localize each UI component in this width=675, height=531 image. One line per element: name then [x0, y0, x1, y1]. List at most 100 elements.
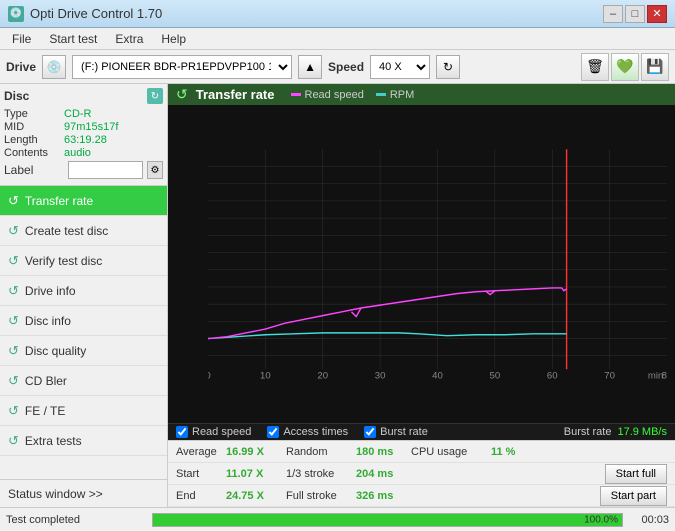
disc-refresh-button[interactable]: ↻	[147, 88, 163, 104]
disc-contents-val: audio	[64, 147, 91, 159]
progress-bar-fill	[153, 514, 622, 526]
nav-transfer-rate-icon: ↺	[8, 193, 19, 209]
nav-drive-info-label: Drive info	[25, 284, 76, 298]
stat-fullstroke-val: 326 ms	[356, 490, 411, 502]
nav-verify-test-disc-label: Verify test disc	[25, 254, 102, 268]
chart-svg: 52 X 48 X 44 X 40 X 36 X 32 X 28 X 24 X …	[208, 109, 667, 419]
nav-drive-info[interactable]: ↺ Drive info	[0, 276, 167, 306]
nav-fe-te[interactable]: ↺ FE / TE	[0, 396, 167, 426]
erase-button[interactable]: 🗑	[581, 53, 609, 81]
nav-disc-info[interactable]: ↺ Disc info	[0, 306, 167, 336]
content-area: ↺ Transfer rate Read speed RPM	[168, 84, 675, 507]
stat-fullstroke-key: Full stroke	[286, 490, 356, 502]
nav-extra-tests-label: Extra tests	[25, 434, 82, 448]
disc-type-val: CD-R	[64, 108, 92, 120]
status-bar: Test completed 100.0% 00:03	[0, 507, 675, 531]
start-part-button[interactable]: Start part	[600, 486, 667, 506]
drive-bar: Drive 💿 (F:) PIONEER BDR-PR1EPDVPP100 1.…	[0, 50, 675, 84]
checkbox-read-speed[interactable]: Read speed	[176, 426, 251, 438]
nav-disc-quality[interactable]: ↺ Disc quality	[0, 336, 167, 366]
stat-cpu-val: 11 %	[491, 446, 541, 458]
close-button[interactable]: ✕	[647, 5, 667, 23]
legend-rpm-dot	[376, 93, 386, 96]
checkbox-burst-rate[interactable]: Burst rate	[364, 426, 428, 438]
menu-start-test[interactable]: Start test	[41, 30, 105, 48]
speed-refresh-btn[interactable]: ↻	[436, 55, 460, 79]
chart-area: 52 X 48 X 44 X 40 X 36 X 32 X 28 X 24 X …	[168, 105, 675, 423]
disc-section: Disc ↻ Type CD-R MID 97m15s17f Length 63…	[0, 84, 167, 186]
drive-up-btn[interactable]: ▲	[298, 55, 322, 79]
checkbox-access-times[interactable]: Access times	[267, 426, 348, 438]
nav-cd-bler-icon: ↺	[8, 373, 19, 389]
disc-mid-val: 97m15s17f	[64, 121, 118, 133]
nav-transfer-rate-label: Transfer rate	[25, 194, 93, 208]
disc-type-row: Type CD-R	[4, 108, 163, 120]
drive-select[interactable]: (F:) PIONEER BDR-PR1EPDVPP100 1.01	[72, 55, 292, 79]
main-layout: Disc ↻ Type CD-R MID 97m15s17f Length 63…	[0, 84, 675, 507]
save-button[interactable]: 💾	[641, 53, 669, 81]
burst-rate-value: 17.9 MB/s	[617, 426, 667, 438]
stat-average-key: Average	[176, 446, 226, 458]
nav-extra-tests[interactable]: ↺ Extra tests	[0, 426, 167, 456]
svg-text:40: 40	[432, 371, 443, 382]
nav-items: ↺ Transfer rate ↺ Create test disc ↺ Ver…	[0, 186, 167, 479]
legend-read-speed: Read speed	[291, 89, 364, 101]
checkbox-access-times-input[interactable]	[267, 426, 279, 438]
svg-text:70: 70	[604, 371, 615, 382]
info-button[interactable]: 💚	[611, 53, 639, 81]
nav-disc-info-icon: ↺	[8, 313, 19, 329]
svg-text:50: 50	[490, 371, 501, 382]
nav-verify-test-disc[interactable]: ↺ Verify test disc	[0, 246, 167, 276]
speed-select[interactable]: 40 X	[370, 55, 430, 79]
status-time: 00:03	[629, 514, 669, 526]
toolbar-icons: 🗑 💚 💾	[581, 53, 669, 81]
stat-onethird-key: 1/3 stroke	[286, 468, 356, 480]
checkbox-burst-rate-label: Burst rate	[380, 426, 428, 438]
menu-extra[interactable]: Extra	[107, 30, 151, 48]
start-full-button[interactable]: Start full	[605, 464, 667, 484]
stat-end-val: 24.75 X	[226, 490, 286, 502]
checkbox-read-speed-input[interactable]	[176, 426, 188, 438]
stats-row-end: End 24.75 X Full stroke 326 ms Start par…	[168, 485, 675, 507]
stats-row-average: Average 16.99 X Random 180 ms CPU usage …	[168, 441, 675, 463]
stats-row-start: Start 11.07 X 1/3 stroke 204 ms Start fu…	[168, 463, 675, 485]
drive-label: Drive	[6, 60, 36, 74]
svg-text:30: 30	[375, 371, 386, 382]
legend-read-speed-dot	[291, 93, 301, 96]
disc-length-val: 63:19.28	[64, 134, 107, 146]
nav-verify-test-disc-icon: ↺	[8, 253, 19, 269]
disc-length-key: Length	[4, 134, 64, 146]
nav-fe-te-label: FE / TE	[25, 404, 65, 418]
legend-rpm: RPM	[376, 89, 414, 101]
nav-cd-bler[interactable]: ↺ CD Bler	[0, 366, 167, 396]
nav-transfer-rate[interactable]: ↺ Transfer rate	[0, 186, 167, 216]
nav-disc-quality-icon: ↺	[8, 343, 19, 359]
nav-create-test-disc-label: Create test disc	[25, 224, 108, 238]
minimize-button[interactable]: –	[603, 5, 623, 23]
disc-label-input[interactable]	[68, 161, 143, 179]
legend-rpm-label: RPM	[390, 89, 414, 101]
checkbox-read-speed-label: Read speed	[192, 426, 251, 438]
drive-icon-btn[interactable]: 💿	[42, 55, 66, 79]
menu-help[interactable]: Help	[153, 30, 194, 48]
disc-label-row: Label ⚙	[4, 161, 163, 179]
nav-extra-tests-icon: ↺	[8, 433, 19, 449]
speed-label: Speed	[328, 60, 364, 74]
nav-cd-bler-label: CD Bler	[25, 374, 67, 388]
progress-bar-container: 100.0%	[152, 513, 623, 527]
progress-percent: 100.0%	[584, 514, 618, 525]
app-icon: 💿	[8, 6, 24, 22]
svg-text:10: 10	[260, 371, 271, 382]
disc-mid-row: MID 97m15s17f	[4, 121, 163, 133]
burst-rate-label: Burst rate	[564, 426, 612, 438]
menu-file[interactable]: File	[4, 30, 39, 48]
nav-create-test-disc[interactable]: ↺ Create test disc	[0, 216, 167, 246]
window-controls: – □ ✕	[603, 5, 667, 23]
stat-start-key: Start	[176, 468, 226, 480]
checkbox-burst-rate-input[interactable]	[364, 426, 376, 438]
nav-disc-quality-label: Disc quality	[25, 344, 86, 358]
disc-label-settings-btn[interactable]: ⚙	[147, 161, 163, 179]
menu-bar: File Start test Extra Help	[0, 28, 675, 50]
status-window-button[interactable]: Status window >>	[0, 479, 167, 507]
maximize-button[interactable]: □	[625, 5, 645, 23]
